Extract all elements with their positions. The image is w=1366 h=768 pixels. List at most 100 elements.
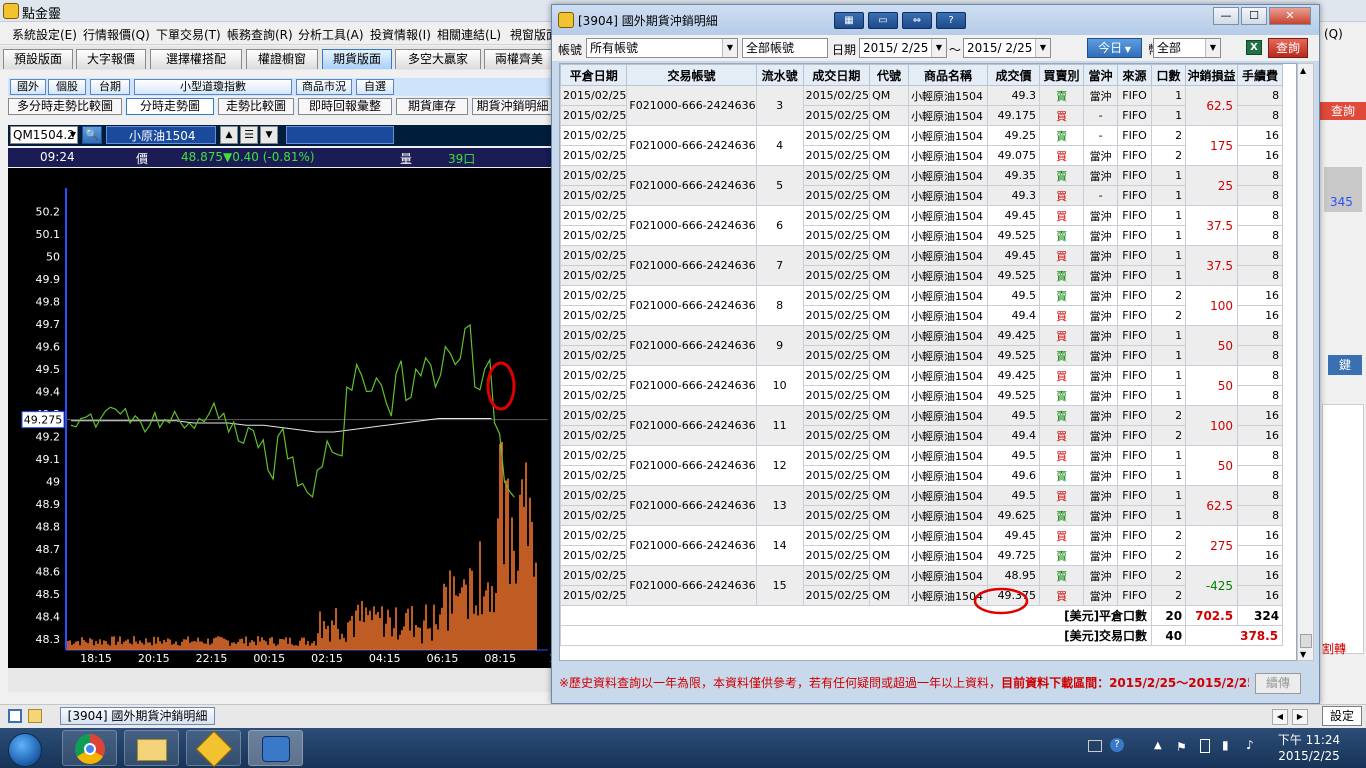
column-header[interactable]: 手續費	[1237, 64, 1284, 86]
link-icon[interactable]: ⇔	[902, 12, 932, 29]
column-header[interactable]: 成交價	[987, 64, 1041, 86]
settings-button[interactable]: 設定	[1322, 706, 1362, 726]
chart-tab[interactable]: 期貨沖銷明細	[472, 98, 553, 115]
column-header[interactable]: 交易帳號	[626, 64, 757, 86]
up-arrow-icon[interactable]: ▲	[220, 126, 238, 144]
market-button[interactable]: 自選	[356, 79, 394, 95]
column-header[interactable]: 當沖	[1083, 64, 1119, 86]
table-row[interactable]: 2015/02/25 F021000-666-2424636 13 2015/02/2…	[560, 485, 1284, 526]
market-button[interactable]: 商品市況	[296, 79, 352, 95]
chrome-icon[interactable]	[62, 730, 117, 766]
currency-select[interactable]: 全部 ▼	[1153, 38, 1221, 58]
column-header[interactable]: 商品名稱	[908, 64, 989, 86]
symbol-select[interactable]: QM1504.2 ▼	[10, 126, 78, 144]
help-icon[interactable]: ?	[936, 12, 966, 29]
layout-tab[interactable]: 期貨版面	[322, 49, 392, 69]
right-query-fragment[interactable]: 查詢	[1320, 102, 1366, 120]
chart-tab[interactable]: 即時回報彙整	[298, 98, 392, 115]
active-app-icon[interactable]	[248, 730, 303, 766]
column-header[interactable]: 平倉日期	[560, 64, 628, 86]
layout-icon[interactable]: ▭	[868, 12, 898, 29]
column-header[interactable]: 沖銷損益	[1185, 64, 1239, 86]
column-header[interactable]: 買賣別	[1039, 64, 1085, 86]
table-row[interactable]: 2015/02/25 F021000-666-2424636 14 2015/02/2…	[560, 525, 1284, 566]
layout-tab[interactable]: 多空大贏家	[395, 49, 481, 69]
app-shortcut-icon[interactable]	[186, 730, 241, 768]
chart-tab[interactable]: 期貨庫存	[396, 98, 468, 115]
table-row[interactable]: 2015/02/25 F021000-666-2424636 4 2015/02/25…	[560, 125, 1284, 166]
market-button[interactable]: 小型道瓊指數	[134, 79, 292, 95]
minimize-icon[interactable]: —	[1213, 7, 1239, 25]
scroll-up-icon[interactable]: ▲	[1300, 66, 1306, 75]
menu-item[interactable]: 分析工具(A)	[298, 26, 364, 43]
down-arrow-icon[interactable]: ▼	[260, 126, 278, 144]
market-button[interactable]: 個股	[48, 79, 86, 95]
menu-item[interactable]: 下單交易(T)	[156, 26, 221, 43]
scroll-down-icon[interactable]: ▼	[1300, 650, 1306, 659]
battery-icon[interactable]	[1200, 739, 1210, 753]
help-tray-icon[interactable]: ?	[1110, 738, 1124, 752]
dialog-title-bar[interactable]: [3904] 國外期貨沖銷明細 ▦ ▭ ⇔ ? — ☐ ✕	[552, 5, 1319, 35]
menu-item[interactable]: 帳務查詢(R)	[227, 26, 293, 43]
prev-arrow-icon[interactable]: ◀	[1272, 709, 1288, 725]
market-button[interactable]: 國外	[10, 79, 46, 95]
layout-tab[interactable]: 權證櫥窗	[246, 49, 318, 69]
layout-tab[interactable]: 預設版面	[3, 49, 73, 69]
flag-icon[interactable]: ⚑	[1176, 740, 1187, 754]
table-row[interactable]: 2015/02/25 F021000-666-2424636 10 2015/02/2…	[560, 365, 1284, 406]
chart-tab[interactable]: 多分時走勢比較圖	[8, 98, 122, 115]
column-header[interactable]: 來源	[1117, 64, 1153, 86]
menu-item[interactable]: 投資情報(I)	[370, 26, 431, 43]
taskbar-clock[interactable]: 下午 11:24 2015/2/25	[1270, 732, 1348, 766]
open-window-tab[interactable]: [3904] 國外期貨沖銷明細	[60, 707, 215, 725]
menu-item[interactable]: 系統設定(E)	[12, 26, 77, 43]
table-row[interactable]: 2015/02/25 F021000-666-2424636 8 2015/02/25…	[560, 285, 1284, 326]
network-icon[interactable]: ▮	[1222, 738, 1229, 752]
market-button[interactable]: 台期	[90, 79, 130, 95]
table-row[interactable]: 2015/02/25 F021000-666-2424636 6 2015/02/25…	[560, 205, 1284, 246]
table-row[interactable]: 2015/02/25 F021000-666-2424636 3 2015/02/25…	[560, 85, 1284, 126]
next-arrow-icon[interactable]: ▶	[1292, 709, 1308, 725]
table-scrollbar[interactable]: ▲ ▼	[1297, 63, 1314, 661]
file-explorer-icon[interactable]	[124, 730, 179, 766]
column-header[interactable]: 流水號	[755, 64, 804, 86]
table-row[interactable]: 2015/02/25 F021000-666-2424636 9 2015/02/25…	[560, 325, 1284, 366]
list-icon[interactable]: ☰	[240, 126, 258, 144]
account-select[interactable]: 所有帳號 ▼	[586, 38, 738, 58]
volume-icon[interactable]: ♪	[1246, 738, 1254, 752]
symbol-input-box[interactable]	[286, 126, 394, 144]
menu-item[interactable]: 行情報價(Q)	[83, 26, 150, 43]
column-header[interactable]: 口數	[1151, 64, 1187, 86]
intraday-chart[interactable]: 50.250.15049.949.849.749.649.549.449.349…	[8, 168, 567, 668]
table-row[interactable]: 2015/02/25 F021000-666-2424636 5 2015/02/25…	[560, 165, 1284, 206]
column-header[interactable]: 代號	[869, 64, 910, 86]
today-button[interactable]: 今日 ▼	[1087, 38, 1142, 58]
table-row[interactable]: 2015/02/25 F021000-666-2424636 11 2015/02/2…	[560, 405, 1284, 446]
query-button[interactable]: 查詢	[1268, 38, 1308, 58]
search-icon[interactable]: 🔍	[82, 126, 102, 144]
offset-detail-table[interactable]: 平倉日期 交易帳號 流水號 成交日期 代號 商品名稱 成交價 買賣別 當沖 來源 口數 沖銷損益 手續費…	[559, 63, 1297, 661]
close-icon[interactable]: ✕	[1269, 7, 1311, 25]
chart-tab[interactable]: 分時走勢圖	[126, 98, 214, 115]
chart-tab[interactable]: 走勢比較圖	[218, 98, 294, 115]
menu-item[interactable]: 相關連結(L)	[437, 26, 501, 43]
table-row[interactable]: 2015/02/25 F021000-666-2424636 15 2015/02/2…	[560, 565, 1284, 606]
layout-tab[interactable]: 大字報價	[76, 49, 146, 69]
excel-export-icon[interactable]: X	[1246, 40, 1262, 55]
layout-tab[interactable]: 兩權齊美	[484, 49, 554, 69]
scroll-thumb[interactable]	[1300, 634, 1312, 648]
account-text-field[interactable]: 全部帳號	[742, 38, 828, 58]
windows-start-icon[interactable]	[8, 733, 42, 767]
maximize-icon[interactable]: ☐	[1241, 7, 1267, 25]
column-header[interactable]: 成交日期	[802, 64, 871, 86]
layout-tab[interactable]: 選擇權搭配	[150, 49, 242, 69]
folder-icon[interactable]	[28, 709, 42, 723]
table-row[interactable]: 2015/02/25 F021000-666-2424636 12 2015/02/2…	[560, 445, 1284, 486]
tile-icon[interactable]: ▦	[834, 12, 864, 29]
window-list-icon[interactable]	[8, 709, 22, 723]
continue-button[interactable]: 續傳	[1255, 673, 1301, 694]
right-key-button[interactable]: 鍵	[1328, 355, 1362, 375]
keyboard-icon[interactable]	[1088, 740, 1102, 752]
tray-expand-icon[interactable]: ▲	[1154, 740, 1162, 751]
date-to-picker[interactable]: 2015/ 2/25 ▼	[963, 38, 1051, 58]
